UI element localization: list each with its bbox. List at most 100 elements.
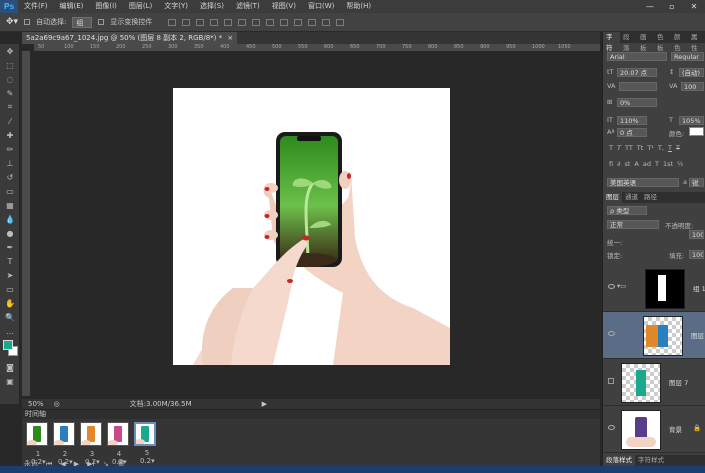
- tab-character[interactable]: 字符: [603, 32, 620, 52]
- auto-select-checkbox[interactable]: [24, 19, 31, 25]
- maximize-button[interactable]: ▫: [661, 0, 683, 13]
- zoom-level[interactable]: 50%: [28, 400, 44, 408]
- move-tool-icon[interactable]: ✥: [0, 44, 20, 58]
- swash-button[interactable]: A: [634, 160, 638, 168]
- align-top-icon[interactable]: [168, 18, 177, 26]
- shape-tool-icon[interactable]: ▭: [0, 282, 20, 296]
- layer-mask-thumbnail[interactable]: [645, 269, 685, 309]
- distribute-vcenter-icon[interactable]: [266, 18, 275, 26]
- layer-thumbnail[interactable]: [621, 363, 661, 403]
- distribute-right-icon[interactable]: [322, 18, 331, 26]
- font-family-select[interactable]: Arial: [607, 52, 667, 61]
- distribute-top-icon[interactable]: [252, 18, 261, 26]
- horizontal-scale-field[interactable]: 105%: [679, 116, 704, 125]
- menu-filter[interactable]: 滤镜(T): [230, 0, 266, 13]
- ligature-button[interactable]: fi: [609, 160, 613, 168]
- menu-help[interactable]: 帮助(H): [340, 0, 377, 13]
- menu-select[interactable]: 选择(S): [194, 0, 230, 13]
- tab-paragraph-styles[interactable]: 段落样式: [603, 455, 635, 466]
- strikethrough-button[interactable]: T: [676, 144, 680, 152]
- document-canvas[interactable]: [173, 88, 450, 365]
- hand-tool-icon[interactable]: ✋: [0, 296, 20, 310]
- font-size-field[interactable]: 20.07 点: [617, 68, 657, 77]
- fractions-button[interactable]: ½: [677, 160, 683, 168]
- anti-alias-select[interactable]: 锐利: [689, 178, 704, 187]
- minimize-button[interactable]: —: [639, 0, 661, 13]
- color-swatches[interactable]: [0, 338, 19, 360]
- tab-paragraph[interactable]: 段落: [620, 32, 637, 52]
- zoom-tool-icon[interactable]: 🔍: [0, 310, 20, 324]
- quick-select-tool-icon[interactable]: ✎: [0, 86, 20, 100]
- eraser-tool-icon[interactable]: ▭: [0, 184, 20, 198]
- timeline-frame[interactable]: 3 0.2▾: [80, 422, 102, 466]
- status-arrow-icon[interactable]: ▶: [262, 400, 267, 408]
- layer-row[interactable]: ▾▭ 组 1: [603, 265, 705, 312]
- align-hcenter-icon[interactable]: [224, 18, 233, 26]
- pen-tool-icon[interactable]: ✒: [0, 240, 20, 254]
- menu-view[interactable]: 视图(V): [266, 0, 302, 13]
- tsume-field[interactable]: 0%: [617, 98, 657, 107]
- contextual-alt-button[interactable]: ∂: [617, 160, 620, 168]
- align-bottom-icon[interactable]: [196, 18, 205, 26]
- tab-swatches[interactable]: 色板: [654, 32, 671, 52]
- lasso-tool-icon[interactable]: ◌: [0, 72, 20, 86]
- auto-align-icon[interactable]: [336, 18, 345, 26]
- tab-character-styles[interactable]: 字符样式: [635, 455, 667, 466]
- layer-row[interactable]: 图层 7: [603, 359, 705, 406]
- visibility-toggle[interactable]: [608, 378, 614, 384]
- show-transform-checkbox[interactable]: [98, 19, 105, 25]
- history-brush-icon[interactable]: ↺: [0, 170, 20, 184]
- type-tool-icon[interactable]: T: [0, 254, 20, 268]
- faux-bold-button[interactable]: T: [609, 144, 613, 152]
- ordinals-button[interactable]: 1st: [663, 160, 673, 168]
- tab-layers[interactable]: 图层: [603, 192, 622, 203]
- layer-row-selected[interactable]: 图层: [603, 312, 705, 359]
- tab-color[interactable]: 颜色: [671, 32, 688, 52]
- document-tab[interactable]: 5a2a69c9a67_1024.jpg @ 50% (图层 8 副本 2, R…: [22, 32, 238, 44]
- close-tab-icon[interactable]: ×: [227, 34, 233, 42]
- menu-layer[interactable]: 图层(L): [123, 0, 158, 13]
- subscript-button[interactable]: T,: [658, 144, 664, 152]
- menu-file[interactable]: 文件(F): [18, 0, 54, 13]
- distribute-bottom-icon[interactable]: [280, 18, 289, 26]
- kerning-field[interactable]: [619, 82, 657, 91]
- discretionary-lig-button[interactable]: st: [624, 160, 630, 168]
- screen-mode-icon[interactable]: ▣: [0, 374, 20, 388]
- faux-italic-button[interactable]: T: [617, 144, 621, 152]
- small-caps-button[interactable]: Tt: [637, 144, 644, 152]
- distribute-left-icon[interactable]: [294, 18, 303, 26]
- align-vcenter-icon[interactable]: [182, 18, 191, 26]
- crop-tool-icon[interactable]: ⌗: [0, 100, 20, 114]
- leading-field[interactable]: (自动): [679, 68, 704, 77]
- timeline-frame[interactable]: 4 0.2▾: [107, 422, 129, 466]
- visibility-eye-icon[interactable]: [608, 331, 615, 336]
- font-style-select[interactable]: Regular: [671, 52, 704, 61]
- visibility-eye-icon[interactable]: [608, 284, 615, 289]
- blur-tool-icon[interactable]: 💧: [0, 212, 20, 226]
- stamp-tool-icon[interactable]: ⊥: [0, 156, 20, 170]
- vertical-scale-field[interactable]: 110%: [617, 116, 647, 125]
- opacity-field[interactable]: 100: [689, 230, 704, 239]
- foreground-color-swatch[interactable]: [3, 340, 13, 350]
- brush-tool-icon[interactable]: ✏: [0, 142, 20, 156]
- close-button[interactable]: ✕: [683, 0, 705, 13]
- tracking-field[interactable]: 100: [681, 82, 704, 91]
- timeline-frame-selected[interactable]: 5 0.2▾: [134, 422, 156, 465]
- align-left-icon[interactable]: [210, 18, 219, 26]
- stylistic-alt-button[interactable]: ad: [643, 160, 651, 168]
- all-caps-button[interactable]: TT: [625, 144, 633, 152]
- visibility-eye-icon[interactable]: [608, 425, 615, 430]
- layer-filter-select[interactable]: ρ 类型: [607, 206, 647, 215]
- baseline-field[interactable]: 0 点: [617, 128, 647, 137]
- path-select-tool-icon[interactable]: ➤: [0, 268, 20, 282]
- distribute-hcenter-icon[interactable]: [308, 18, 317, 26]
- dodge-tool-icon[interactable]: ●: [0, 226, 20, 240]
- timeline-frame[interactable]: 2 0.2▾: [53, 422, 75, 466]
- marquee-tool-icon[interactable]: ⬚: [0, 58, 20, 72]
- layer-thumbnail[interactable]: [621, 410, 661, 450]
- menu-window[interactable]: 窗口(W): [302, 0, 340, 13]
- tab-paths[interactable]: 路径: [641, 192, 660, 203]
- healing-tool-icon[interactable]: ✚: [0, 128, 20, 142]
- auto-select-dropdown[interactable]: 组: [72, 16, 93, 28]
- underline-button[interactable]: T: [668, 144, 672, 152]
